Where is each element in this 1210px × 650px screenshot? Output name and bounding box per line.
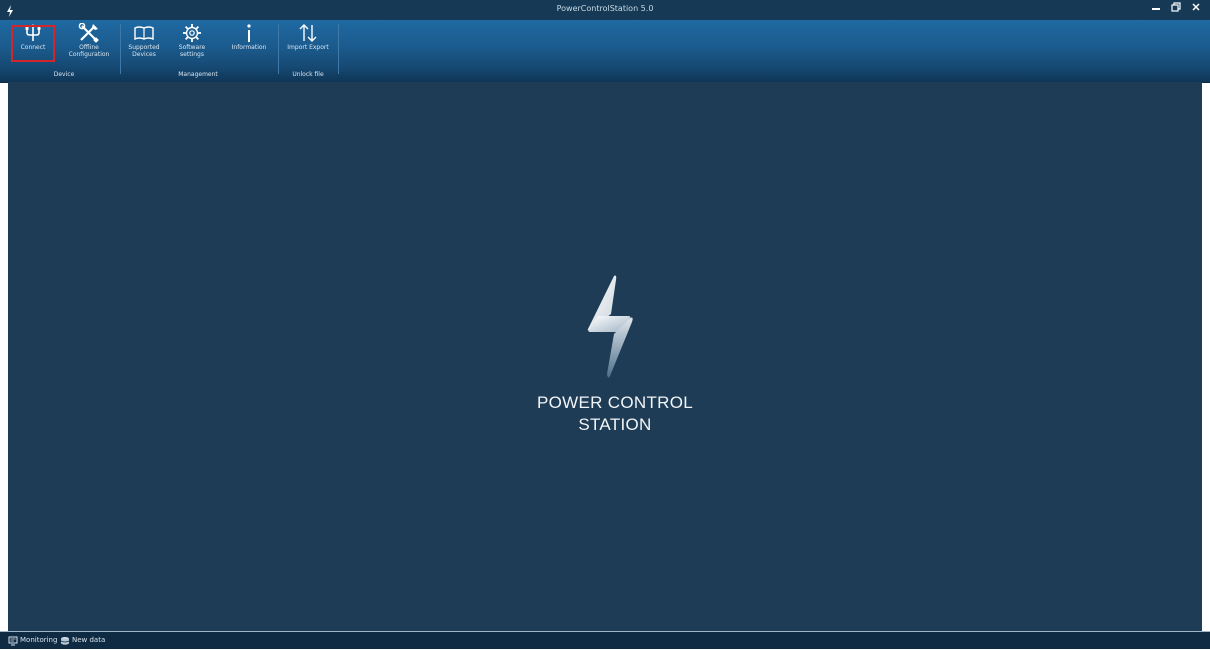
supported-devices-button[interactable]: Supported Devices bbox=[124, 23, 164, 63]
information-label: Information bbox=[231, 44, 267, 51]
restore-icon bbox=[1171, 2, 1181, 15]
group-label-device: Device bbox=[53, 71, 75, 78]
new-data-status-item[interactable]: New data bbox=[60, 635, 105, 646]
import-export-label: Import Export bbox=[287, 44, 329, 51]
group-label-unlock-file: Unlock file bbox=[292, 71, 324, 78]
close-button[interactable] bbox=[1188, 2, 1204, 18]
supported-devices-label: Supported Devices bbox=[128, 44, 160, 58]
ribbon-separator bbox=[278, 24, 279, 74]
minimize-icon bbox=[1151, 4, 1161, 15]
window-title: PowerControlStation 5.0 bbox=[556, 4, 654, 13]
gear-icon bbox=[168, 23, 216, 43]
app-window: PowerControlStation 5.0 Connect Offline … bbox=[0, 0, 1210, 649]
group-label-management: Management bbox=[178, 71, 218, 78]
brand-title: POWER CONTROL STATION bbox=[490, 392, 740, 436]
ribbon-toolbar: Connect Offline Configuration Device Sup… bbox=[0, 20, 1210, 83]
close-icon bbox=[1191, 3, 1201, 15]
new-data-label: New data bbox=[72, 636, 106, 644]
offline-configuration-button[interactable]: Offline Configuration bbox=[62, 23, 116, 63]
ribbon-separator bbox=[120, 24, 121, 74]
software-settings-label: Software settings bbox=[178, 44, 206, 58]
import-export-button[interactable]: Import Export bbox=[282, 23, 334, 63]
status-bar: Monitoring New data bbox=[0, 631, 1210, 649]
software-settings-button[interactable]: Software settings bbox=[168, 23, 216, 63]
info-icon bbox=[226, 23, 272, 43]
title-bar: PowerControlStation 5.0 bbox=[0, 0, 1210, 20]
connect-highlight-box bbox=[11, 25, 55, 62]
minimize-button[interactable] bbox=[1148, 2, 1164, 18]
ribbon-separator bbox=[338, 24, 339, 74]
book-icon bbox=[124, 23, 164, 43]
brand-line-1: POWER CONTROL bbox=[537, 393, 693, 412]
brand-line-2: STATION bbox=[578, 415, 652, 434]
information-button[interactable]: Information bbox=[226, 23, 272, 63]
tools-icon bbox=[62, 23, 116, 43]
database-icon bbox=[60, 636, 70, 646]
monitor-icon bbox=[8, 636, 18, 646]
restore-button[interactable] bbox=[1168, 2, 1184, 18]
offline-configuration-label: Offline Configuration bbox=[68, 44, 110, 58]
monitoring-label: Monitoring bbox=[20, 636, 58, 644]
import-export-icon bbox=[282, 23, 334, 43]
lightning-bolt-icon bbox=[584, 270, 644, 382]
monitoring-status-item[interactable]: Monitoring bbox=[8, 635, 57, 646]
